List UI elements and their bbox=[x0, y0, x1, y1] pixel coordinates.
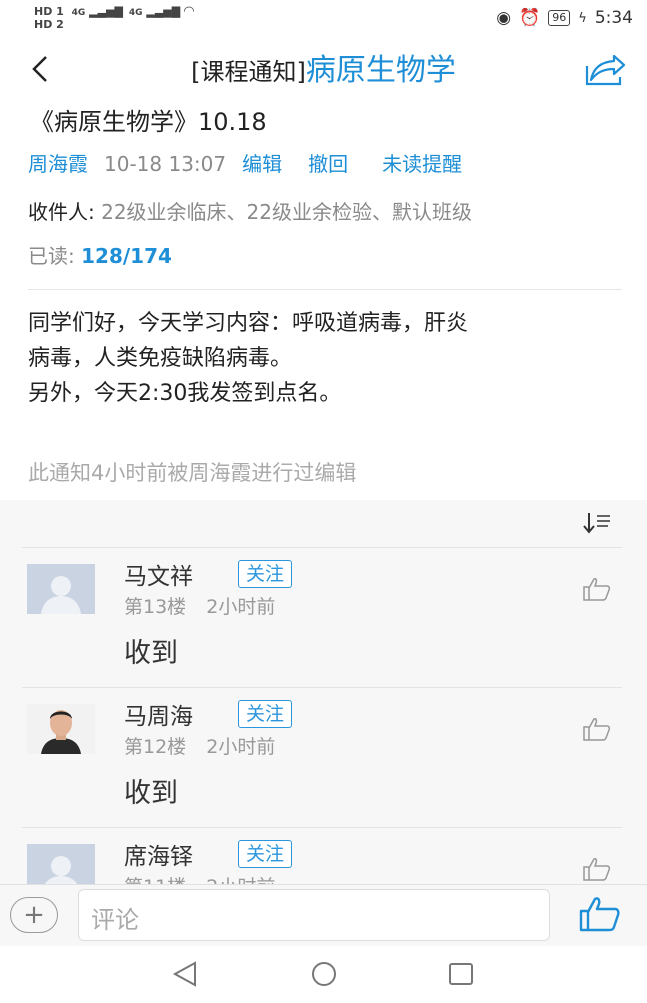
recipients-label: 收件人: bbox=[28, 200, 95, 224]
net2-label: 4G bbox=[128, 8, 143, 18]
header: [课程通知]病原生物学 bbox=[0, 40, 647, 102]
like-button[interactable] bbox=[582, 716, 614, 744]
title-prefix: [课程通知] bbox=[191, 58, 306, 86]
comment-floor: 第12楼 2小时前 bbox=[124, 734, 275, 760]
battery-icon: 96 bbox=[548, 10, 571, 26]
comment-item: 马周海 关注 第12楼 2小时前 收到 bbox=[0, 688, 647, 828]
sim2-label: HD 2 bbox=[34, 18, 64, 31]
share-icon bbox=[585, 54, 626, 86]
body-line: 病毒，人类免疫缺陷病毒。 bbox=[28, 346, 293, 371]
recipients-value: 22级业余临床、22级业余检验、默认班级 bbox=[101, 200, 473, 224]
charging-icon: ϟ bbox=[578, 10, 587, 26]
alarm-icon: ⏰ bbox=[519, 8, 541, 28]
notice-time: 10-18 13:07 bbox=[104, 152, 227, 176]
user-photo-icon bbox=[41, 710, 81, 754]
back-button[interactable] bbox=[30, 54, 50, 90]
comment-placeholder: 评论 bbox=[91, 906, 139, 934]
withdraw-link[interactable]: 撤回 bbox=[308, 148, 348, 180]
nav-back-button[interactable] bbox=[170, 960, 200, 992]
nav-home-button[interactable] bbox=[308, 960, 340, 992]
like-button[interactable] bbox=[582, 856, 614, 884]
commenter-name[interactable]: 席海铎 bbox=[124, 842, 193, 872]
share-button[interactable] bbox=[584, 54, 628, 88]
edited-note: 此通知4小时前被周海霞进行过编辑 bbox=[28, 461, 357, 485]
avatar[interactable] bbox=[27, 564, 95, 614]
divider bbox=[28, 289, 622, 290]
plus-icon: + bbox=[23, 900, 45, 930]
avatar[interactable] bbox=[27, 844, 95, 884]
avatar[interactable] bbox=[27, 704, 95, 754]
signal-icon: ▂▃▅▇ bbox=[89, 5, 124, 18]
follow-button[interactable]: 关注 bbox=[238, 840, 293, 868]
author-link[interactable]: 周海霞 bbox=[28, 148, 88, 180]
like-notice-button[interactable] bbox=[578, 895, 622, 935]
comment-text: 收到 bbox=[124, 638, 178, 669]
circle-home-icon bbox=[312, 962, 336, 986]
thumbs-up-icon bbox=[583, 858, 611, 881]
floor-label: 第13楼 bbox=[124, 596, 187, 618]
wifi-icon: ◠ bbox=[184, 4, 195, 19]
floor-label: 第12楼 bbox=[124, 736, 187, 758]
comment-time: 2小时前 bbox=[206, 596, 276, 618]
nav-recents-button[interactable] bbox=[446, 960, 476, 992]
read-count[interactable]: 已读: 128/174 bbox=[28, 240, 172, 272]
body-line: 另外，今天2:30我发签到点名。 bbox=[28, 381, 342, 406]
comment-input[interactable]: 评论 bbox=[78, 889, 550, 941]
sim1-label: HD 1 bbox=[34, 5, 64, 18]
square-recents-icon bbox=[449, 963, 473, 985]
user-placeholder-icon bbox=[41, 576, 81, 614]
thumbs-up-icon bbox=[583, 578, 611, 601]
status-bar: HD 1 4G ▂▃▅▇ 4G ▂▃▅▇ ◠ HD 2 ◉ ⏰ 96 ϟ 5:3… bbox=[0, 0, 647, 40]
comment-item: 马文祥 关注 第13楼 2小时前 收到 bbox=[0, 548, 647, 688]
sort-icon bbox=[583, 513, 610, 534]
body-line: 同学们好，今天学习内容：呼吸道病毒，肝炎 bbox=[28, 311, 469, 336]
recipients: 收件人: 22级业余临床、22级业余检验、默认班级 bbox=[28, 196, 472, 228]
follow-button[interactable]: 关注 bbox=[238, 700, 293, 728]
comment-item: 席海铎 关注 第11楼 2小时前 bbox=[0, 828, 647, 884]
triangle-back-icon bbox=[172, 961, 196, 987]
chevron-left-icon bbox=[32, 56, 47, 82]
add-attachment-button[interactable]: + bbox=[10, 897, 58, 933]
system-nav-bar bbox=[0, 946, 647, 1003]
title-course: 病原生物学 bbox=[305, 53, 456, 88]
commenter-name[interactable]: 马周海 bbox=[124, 702, 193, 732]
notice-title: 《病原生物学》10.18 bbox=[30, 108, 267, 136]
sim-indicators: HD 1 4G ▂▃▅▇ 4G ▂▃▅▇ ◠ HD 2 bbox=[34, 4, 195, 31]
net1-label: 4G bbox=[71, 8, 86, 18]
thumbs-up-icon bbox=[583, 718, 611, 741]
eye-icon: ◉ bbox=[496, 8, 512, 28]
status-time: 5:34 bbox=[594, 8, 633, 28]
floor-label: 第11楼 bbox=[124, 876, 186, 884]
read-value[interactable]: 128/174 bbox=[81, 244, 172, 268]
follow-button[interactable]: 关注 bbox=[238, 560, 293, 588]
user-placeholder-icon bbox=[44, 856, 78, 884]
comment-text: 收到 bbox=[124, 778, 178, 809]
comment-floor: 第11楼 2小时前 bbox=[124, 874, 275, 884]
like-button[interactable] bbox=[582, 576, 614, 604]
comment-time: 2小时前 bbox=[206, 736, 276, 758]
comments-section: 马文祥 关注 第13楼 2小时前 收到 马周海 关注 第12楼 2小时前 收到 … bbox=[0, 500, 647, 884]
notice-body: 同学们好，今天学习内容：呼吸道病毒，肝炎 病毒，人类免疫缺陷病毒。 另外，今天2… bbox=[28, 306, 618, 411]
comment-floor: 第13楼 2小时前 bbox=[124, 594, 275, 620]
unread-reminder-link[interactable]: 未读提醒 bbox=[382, 148, 462, 180]
sort-button[interactable] bbox=[582, 510, 614, 538]
notice-meta: 周海霞 10-18 13:07 编辑 撤回 未读提醒 bbox=[28, 148, 462, 180]
commenter-name[interactable]: 马文祥 bbox=[124, 562, 193, 592]
signal-icon: ▂▃▅▇ bbox=[146, 5, 181, 18]
edit-link[interactable]: 编辑 bbox=[242, 148, 282, 180]
page-title: [课程通知]病原生物学 bbox=[0, 54, 647, 89]
thumbs-up-icon bbox=[579, 897, 620, 932]
comment-time: 2小时前 bbox=[206, 876, 275, 884]
read-label: 已读: bbox=[28, 244, 75, 268]
comment-input-bar: + 评论 bbox=[0, 884, 647, 947]
status-right: ◉ ⏰ 96 ϟ 5:34 bbox=[496, 8, 633, 28]
